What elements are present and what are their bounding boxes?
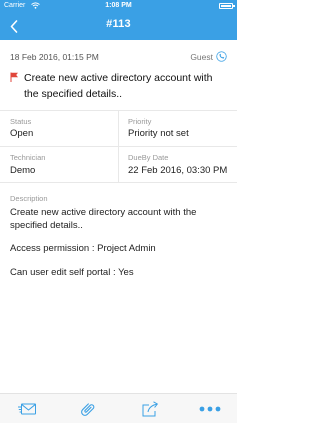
description-paragraph: Access permission : Project Admin <box>10 243 156 254</box>
description-paragraph: Create new active directory account with… <box>10 207 197 231</box>
phone-icon[interactable] <box>216 51 227 62</box>
reply-button[interactable] <box>16 400 38 418</box>
more-icon <box>199 406 221 412</box>
created-date: 18 Feb 2016, 01:15 PM <box>10 52 99 62</box>
requester-name[interactable]: Guest <box>190 52 213 62</box>
description-label: Description <box>10 194 48 203</box>
description-paragraph: Can user edit self portal : Yes <box>10 266 134 278</box>
battery-icon <box>219 3 235 9</box>
mail-icon <box>18 403 36 415</box>
header-bar: Carrier 1:08 PM #113 <box>0 0 237 40</box>
priority-value[interactable]: Priority not set <box>128 128 189 139</box>
navigation-bar: #113 <box>0 12 237 40</box>
page-title: #113 <box>106 18 131 30</box>
divider <box>0 182 237 183</box>
status-time: 1:08 PM <box>105 2 132 9</box>
divider <box>0 146 237 147</box>
status-label: Status <box>10 117 32 126</box>
technician-label: Technician <box>10 153 46 162</box>
dueby-value[interactable]: 22 Feb 2016, 03:30 PM <box>128 165 227 176</box>
share-button[interactable] <box>139 400 161 418</box>
share-icon <box>142 401 159 417</box>
status-bar: Carrier 1:08 PM <box>0 0 237 12</box>
more-button[interactable] <box>199 400 221 418</box>
bottom-toolbar <box>0 393 237 423</box>
flag-icon <box>10 72 18 82</box>
technician-value[interactable]: Demo <box>10 165 35 176</box>
priority-label: Priority <box>128 117 152 126</box>
attachment-icon <box>81 403 95 416</box>
attachment-button[interactable] <box>77 400 99 418</box>
request-meta: 18 Feb 2016, 01:15 PM Guest <box>10 51 227 64</box>
request-subject: Create new active directory account with… <box>24 72 213 100</box>
description-body: Create new active directory account with… <box>10 207 225 290</box>
status-value[interactable]: Open <box>10 128 33 139</box>
request-detail-screen: Carrier 1:08 PM #113 18 Feb 2016, 01:15 … <box>0 0 237 423</box>
dueby-label: DueBy Date <box>128 153 169 162</box>
